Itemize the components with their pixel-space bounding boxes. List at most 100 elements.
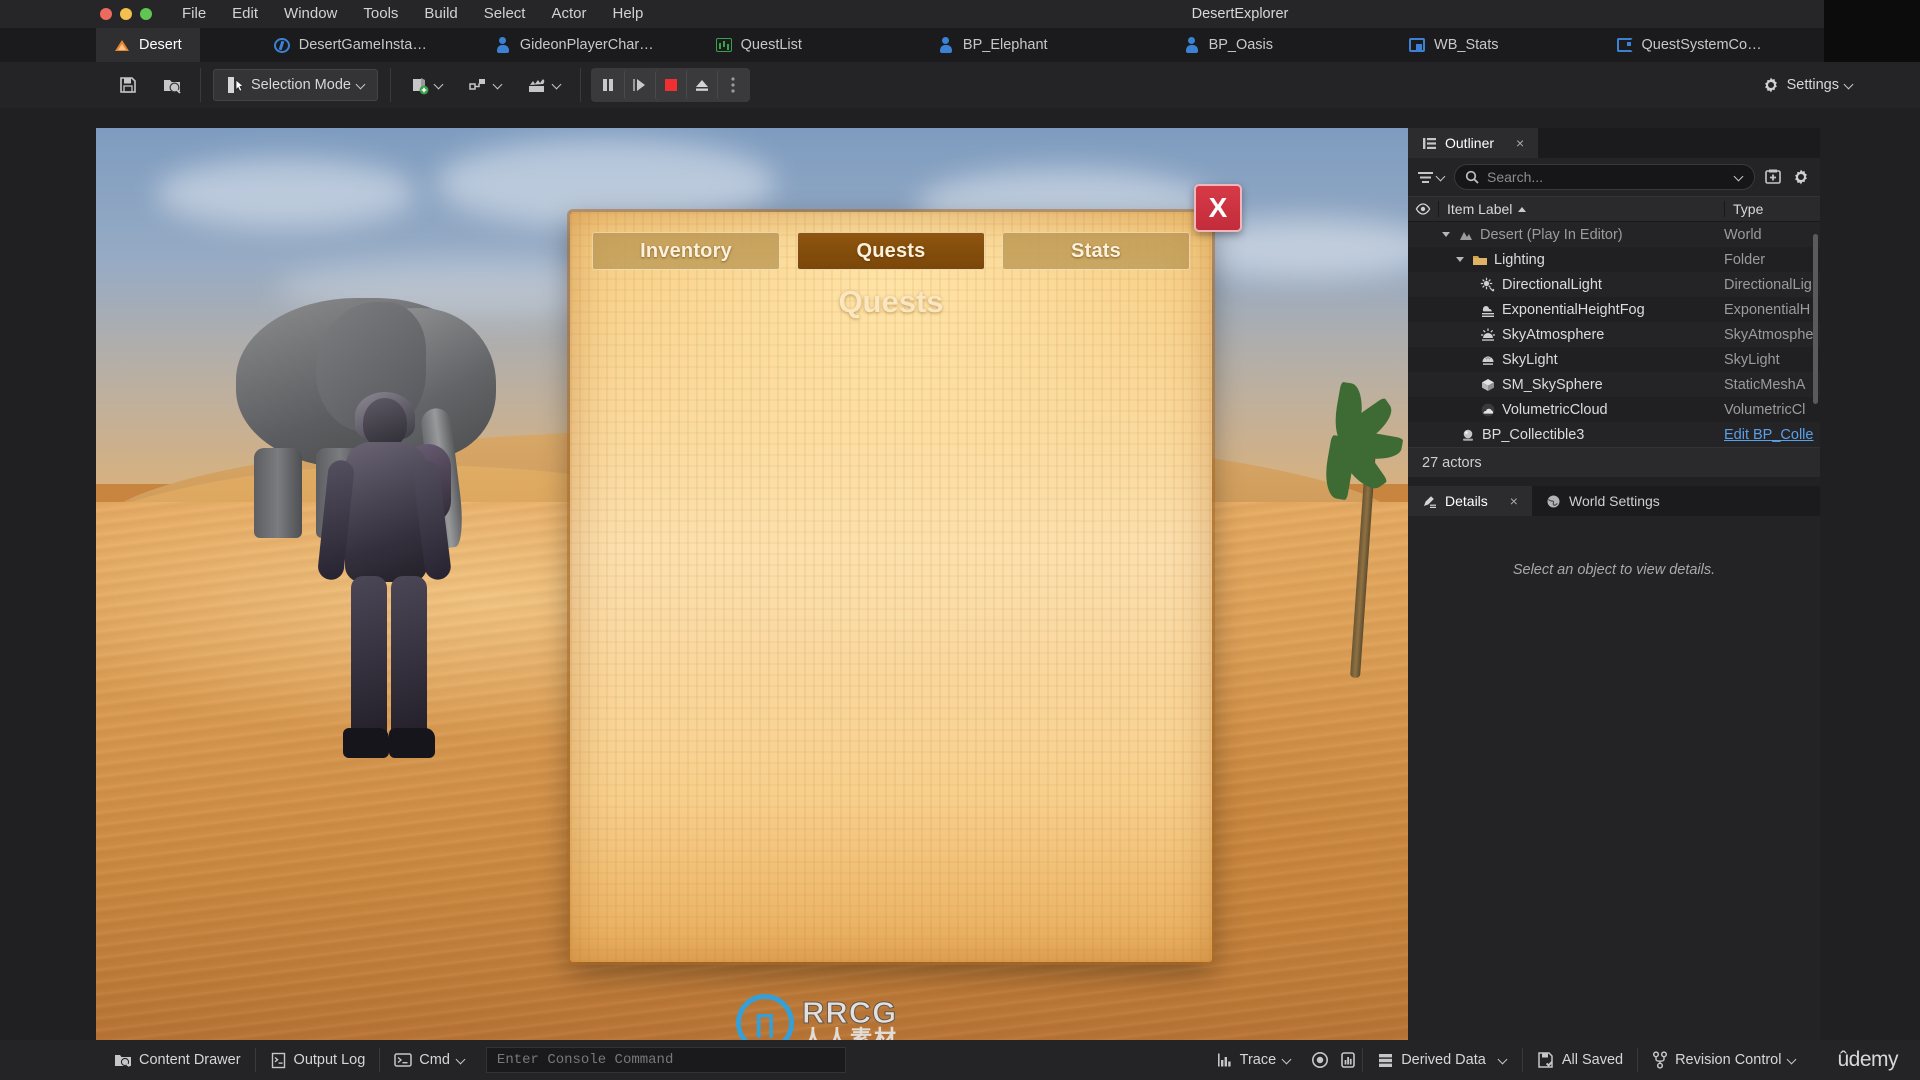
quest-menu-panel: Inventory Quests Stats Quests <box>570 212 1212 962</box>
settings-label: Settings <box>1786 77 1839 93</box>
row-type: ExponentialH <box>1724 301 1811 318</box>
expand-arrow-icon[interactable] <box>1456 257 1464 262</box>
level-viewport[interactable]: Inventory Quests Stats Quests X ∏ RRCG 人… <box>96 128 1408 1040</box>
quest-menu-tabs: Inventory Quests Stats <box>592 232 1190 270</box>
udemy-watermark: ûdemy <box>1837 1048 1898 1071</box>
eject-button[interactable] <box>685 70 717 100</box>
actor-count: 27 actors <box>1408 447 1820 477</box>
content-drawer-button[interactable]: Content Drawer <box>100 1045 255 1075</box>
output-log-button[interactable]: Output Log <box>256 1045 380 1075</box>
menu-select[interactable]: Select <box>484 0 526 28</box>
table-row[interactable]: Desert (Play In Editor) World <box>1408 222 1820 247</box>
close-window-button[interactable] <box>100 8 112 20</box>
level-icon <box>1458 227 1474 243</box>
close-menu-button[interactable]: X <box>1194 184 1242 232</box>
maximize-window-button[interactable] <box>140 8 152 20</box>
filter-icon <box>1417 169 1434 186</box>
tab-gideonplayercharacter[interactable]: GideonPlayerChar… <box>477 28 672 62</box>
menu-actor[interactable]: Actor <box>551 0 586 28</box>
all-saved-label: All Saved <box>1561 1052 1624 1068</box>
derived-data-button[interactable]: Derived Data <box>1363 1045 1522 1075</box>
tab-outliner[interactable]: Outliner × <box>1408 128 1539 158</box>
save-button[interactable] <box>112 70 144 100</box>
revision-control-button[interactable]: Revision Control <box>1638 1045 1811 1075</box>
row-label: SkyAtmosphere <box>1502 326 1605 343</box>
tab-bp-elephant[interactable]: BP_Elephant <box>920 28 1066 62</box>
tab-world-settings[interactable]: World Settings <box>1532 486 1674 516</box>
console-command-input[interactable] <box>485 1047 846 1073</box>
trace-icon <box>1217 1052 1233 1068</box>
menu-file[interactable]: File <box>182 0 206 28</box>
menu-help[interactable]: Help <box>613 0 644 28</box>
game-tab-stats[interactable]: Stats <box>1002 232 1190 270</box>
add-folder-icon[interactable] <box>1763 167 1783 187</box>
menu-edit[interactable]: Edit <box>232 0 258 28</box>
outliner-tab-label: Outliner <box>1445 135 1495 151</box>
table-row[interactable]: BP_Collectible3 Edit BP_Colle <box>1408 422 1820 447</box>
column-item-label[interactable]: Item Label <box>1438 201 1724 217</box>
pause-button[interactable] <box>593 70 624 100</box>
console-input-field[interactable] <box>496 1052 835 1068</box>
minimize-window-button[interactable] <box>120 8 132 20</box>
tab-wb-stats[interactable]: WB_Stats <box>1391 28 1516 62</box>
selection-mode-button[interactable]: Selection Mode <box>213 69 378 101</box>
tab-desertgameinstance[interactable]: DesertGameInsta… <box>256 28 445 62</box>
column-type[interactable]: Type <box>1724 201 1820 217</box>
tab-label: Desert <box>139 37 182 53</box>
details-empty-message: Select an object to view details. <box>1512 562 1716 578</box>
tab-label: QuestSystemCo… <box>1641 37 1762 53</box>
chevron-down-icon[interactable] <box>1735 173 1744 182</box>
main-toolbar: Selection Mode Settings <box>0 62 1920 108</box>
table-row[interactable]: Lighting Folder <box>1408 247 1820 272</box>
all-saved-button[interactable]: All Saved <box>1523 1045 1637 1075</box>
play-options-button[interactable] <box>716 70 748 100</box>
window-controls[interactable] <box>100 8 152 20</box>
outliner-search[interactable] <box>1454 164 1755 190</box>
menu-build[interactable]: Build <box>424 0 457 28</box>
gear-icon[interactable] <box>1791 167 1811 187</box>
gear-icon <box>1761 75 1781 95</box>
browse-content-button[interactable] <box>156 70 188 100</box>
add-actor-button[interactable] <box>403 70 450 100</box>
settings-button[interactable]: Settings <box>1755 70 1860 100</box>
frame-advance-button[interactable] <box>623 70 655 100</box>
blueprints-button[interactable] <box>462 70 509 100</box>
visibility-eye-icon[interactable] <box>1408 203 1438 215</box>
filter-button[interactable] <box>1417 169 1446 186</box>
search-input[interactable] <box>1487 169 1727 185</box>
trace-button[interactable]: Trace <box>1203 1045 1307 1075</box>
table-row[interactable]: ExponentialHeightFog ExponentialH <box>1408 297 1820 322</box>
game-tab-quests[interactable]: Quests <box>797 232 985 270</box>
cinematics-button[interactable] <box>521 70 568 100</box>
row-label: SkyLight <box>1502 351 1558 368</box>
tab-desert[interactable]: Desert <box>96 28 200 62</box>
game-tab-inventory[interactable]: Inventory <box>592 232 780 270</box>
table-row[interactable]: SM_SkySphere StaticMeshA <box>1408 372 1820 397</box>
chevron-down-icon <box>553 81 562 90</box>
tab-questlist[interactable]: QuestList <box>698 28 820 62</box>
tab-questsystemcomponent[interactable]: QuestSystemCo… <box>1599 28 1780 62</box>
menu-tools[interactable]: Tools <box>363 0 398 28</box>
folder-icon <box>1472 252 1488 268</box>
chevron-down-icon <box>494 81 503 90</box>
table-row[interactable]: SkyLight SkyLight <box>1408 347 1820 372</box>
cinematics-icon <box>527 75 547 95</box>
expand-arrow-icon[interactable] <box>1442 232 1450 237</box>
trace-record-icon <box>1311 1051 1329 1069</box>
close-outliner-button[interactable]: × <box>1516 135 1524 151</box>
trace-stats-button[interactable] <box>1334 1045 1362 1075</box>
stop-button[interactable] <box>654 70 686 100</box>
close-details-button[interactable]: × <box>1510 493 1518 509</box>
world-settings-icon <box>1546 494 1561 509</box>
row-type-link[interactable]: Edit BP_Colle <box>1724 427 1820 443</box>
tab-details[interactable]: Details × <box>1408 486 1532 516</box>
trace-record-button[interactable] <box>1306 1045 1334 1075</box>
table-row[interactable]: VolumetricCloud VolumetricCl <box>1408 397 1820 422</box>
row-label: Lighting <box>1494 251 1545 268</box>
menu-window[interactable]: Window <box>284 0 337 28</box>
outliner-scrollbar[interactable] <box>1813 234 1818 404</box>
table-row[interactable]: SkyAtmosphere SkyAtmosphe <box>1408 322 1820 347</box>
tab-bp-oasis[interactable]: BP_Oasis <box>1166 28 1291 62</box>
table-row[interactable]: DirectionalLight DirectionalLig <box>1408 272 1820 297</box>
cmd-button[interactable]: Cmd <box>380 1045 480 1075</box>
